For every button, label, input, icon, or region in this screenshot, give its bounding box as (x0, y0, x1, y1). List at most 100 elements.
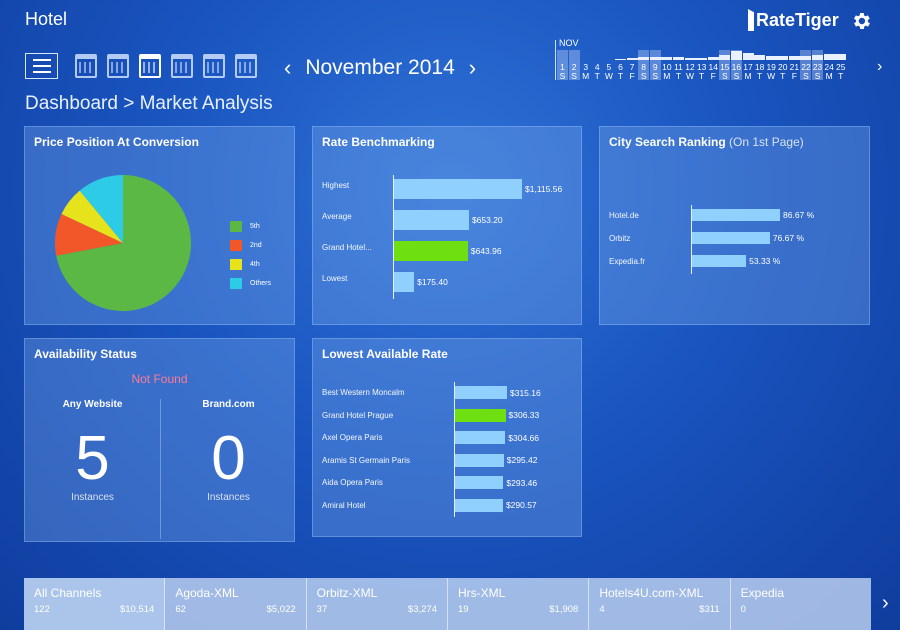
channel-tab[interactable]: Hotels4U.com-XML 4 $311 (589, 578, 731, 630)
gear-icon[interactable] (850, 10, 872, 32)
calendar-day-icon[interactable] (75, 54, 97, 78)
day-of-week: S (652, 71, 659, 81)
bar-label: Expedia.fr (609, 257, 646, 266)
date-strip-day[interactable]: 3M (580, 50, 591, 81)
bar[interactable] (692, 232, 770, 244)
date-strip-day[interactable]: 4T (592, 50, 603, 81)
calendar-edit-icon[interactable] (235, 54, 257, 78)
date-strip-day[interactable]: 1S (557, 50, 568, 81)
availability-level-bar (823, 54, 835, 60)
channel-tab[interactable]: All Channels 122 $10,514 (24, 578, 166, 630)
date-strip-day[interactable]: 21 F (788, 50, 800, 81)
date-strip-day[interactable]: 2S (568, 50, 580, 81)
channel-amount: $5,022 (266, 604, 296, 615)
channel-tab[interactable]: Hrs-XML 19 $1,908 (448, 578, 590, 630)
bar[interactable] (455, 386, 507, 399)
bar-label: Orbitz (609, 234, 631, 243)
card-title-sub: (On 1st Page) (729, 135, 804, 149)
date-strip-day[interactable]: 5W (603, 50, 614, 81)
bar-label: Best Western Moncalm (322, 388, 405, 397)
date-strip-day[interactable]: 6T (614, 50, 626, 81)
channel-name: Hrs-XML (457, 586, 506, 600)
card-title: Price Position At Conversion (34, 135, 199, 149)
channel-name: Agoda-XML (175, 586, 239, 600)
prev-month-button[interactable]: ‹ (276, 55, 299, 81)
city-search-card: City Search Ranking (On 1st Page) Hotel.… (599, 126, 870, 325)
date-strip-day[interactable]: 13 T (696, 50, 708, 81)
card-title: Lowest Available Rate (322, 347, 448, 361)
card-title-main: City Search Ranking (609, 135, 726, 149)
date-strip-day[interactable]: 10 M (661, 50, 673, 81)
date-strip-day[interactable]: 11 T (672, 50, 684, 81)
day-of-week: M (582, 71, 590, 81)
card-title: Availability Status (34, 347, 137, 361)
bar[interactable] (455, 431, 506, 444)
calendar-month-icon[interactable] (139, 54, 161, 78)
bar[interactable] (394, 272, 415, 292)
date-strip-day[interactable]: 14 F (707, 50, 719, 81)
legend-item: Others (230, 274, 271, 293)
channel-tab[interactable]: Agoda-XML 62 $5,022 (165, 578, 307, 630)
bar[interactable] (394, 241, 468, 261)
date-strip-day[interactable]: 9S (649, 50, 661, 81)
calendar-list-icon[interactable] (203, 54, 225, 78)
date-strip-day[interactable]: 15 S (719, 50, 731, 81)
date-strip-day[interactable]: 23 S (812, 50, 824, 81)
channel-amount: $10,514 (119, 604, 155, 615)
date-strip-day[interactable]: 17 M (742, 50, 754, 81)
bar[interactable] (394, 179, 522, 199)
day-of-week: T (780, 71, 786, 81)
bar[interactable] (455, 453, 504, 467)
legend-item: 4th (230, 255, 271, 274)
bar[interactable] (692, 209, 780, 221)
bar-value: $175.40 (417, 277, 448, 287)
availability-level-bar (777, 56, 789, 60)
strip-next-arrow-icon[interactable]: › (877, 58, 882, 76)
date-strip-day[interactable]: 25 T (835, 50, 847, 81)
date-strip-day[interactable]: 20 T (777, 50, 789, 81)
date-strip-day[interactable]: 24 M (823, 50, 835, 81)
legend-item: 2nd (230, 236, 271, 255)
channel-tab[interactable]: Expedia 0 (731, 578, 871, 630)
day-of-week: T (756, 71, 763, 81)
bar[interactable] (455, 476, 504, 489)
channel-tab[interactable]: Orbitz-XML 37 $3,274 (307, 578, 448, 630)
pie-legend: 5th 2nd 4th Others (230, 217, 271, 293)
day-of-week: T (838, 71, 844, 81)
menu-button[interactable] (25, 53, 58, 79)
card-title: Rate Benchmarking (322, 135, 435, 149)
calendar-range-icon[interactable] (171, 54, 193, 78)
day-of-week: S (559, 71, 566, 81)
current-month: November 2014 (305, 56, 455, 79)
bar[interactable] (394, 210, 469, 230)
date-strip-day[interactable]: 12 W (684, 50, 696, 81)
chart-axis (454, 382, 455, 517)
bar-label: Amiral Hotel (322, 500, 366, 510)
bar-label: Hotel.de (609, 211, 639, 220)
availability-level-bar (788, 56, 800, 60)
availability-level-bar (707, 57, 719, 60)
legend-label: 2nd (250, 242, 262, 249)
bar-value: 76.67 % (772, 233, 805, 243)
bar[interactable] (455, 408, 506, 422)
date-strip-day[interactable]: 19 W (765, 50, 777, 81)
date-strip-day[interactable]: 18 T (754, 50, 766, 81)
bar-label: Aida Opera Paris (322, 478, 383, 487)
availability-count: 5 (75, 424, 110, 493)
bar[interactable] (692, 255, 747, 267)
date-strip-day[interactable]: 7F (626, 50, 638, 81)
bar-value: 53.33 % (749, 256, 781, 266)
availability-card: Availability Status Not Found Any Websit… (24, 338, 295, 542)
date-strip-day[interactable]: 16 S (730, 50, 742, 81)
channel-stats: 19 $1,908 (458, 604, 578, 615)
availability-col-header: Any Website (62, 399, 123, 410)
date-strip-day[interactable]: 22 S (800, 50, 812, 81)
availability-level-bar (719, 55, 731, 60)
calendar-week-icon[interactable] (107, 54, 129, 78)
channel-amount: $1,908 (549, 604, 579, 615)
next-month-button[interactable]: › (461, 55, 484, 81)
availability-unit: Instances (207, 492, 250, 503)
date-strip-day[interactable]: 8S (638, 50, 650, 81)
bar[interactable] (455, 498, 503, 512)
channels-next-arrow-icon[interactable]: › (882, 592, 889, 615)
